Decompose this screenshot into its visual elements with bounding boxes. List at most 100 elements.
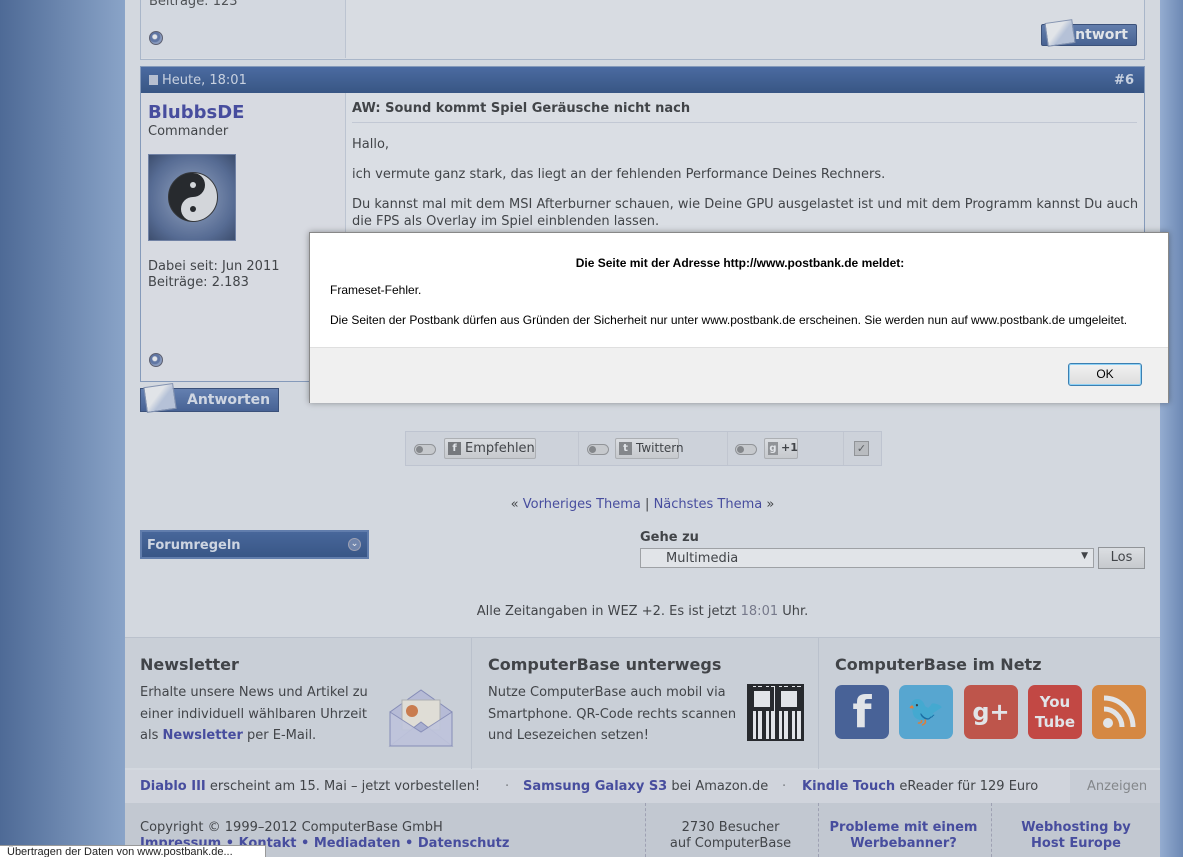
- post-paragraph: Hallo,: [352, 137, 390, 152]
- twitter-bird-icon: t: [619, 442, 632, 455]
- ad-title: Diablo III: [140, 779, 206, 794]
- post-date: Heute, 18:01: [162, 73, 247, 88]
- username[interactable]: BlubbsDE: [148, 102, 244, 123]
- time-info-prefix: Alle Zeitangaben in WEZ +2. Es ist jetzt: [476, 604, 737, 619]
- gplus-toggle[interactable]: [735, 444, 757, 455]
- answer-button[interactable]: Antworten: [140, 383, 279, 413]
- right-background: [1160, 0, 1183, 857]
- goto-label: Gehe zu: [640, 530, 699, 545]
- gplus-label: +1: [781, 441, 798, 454]
- time-info: Alle Zeitangaben in WEZ +2. Es ist jetzt…: [125, 604, 1160, 619]
- rss-icon[interactable]: [1092, 685, 1146, 739]
- user-posts: Beiträge: 2.183: [148, 275, 249, 290]
- newsletter-link[interactable]: Newsletter: [163, 728, 243, 743]
- copyright-text: Copyright © 1999–2012 ComputerBase GmbH: [140, 820, 443, 835]
- left-background: [0, 0, 125, 857]
- facebook-icon[interactable]: f: [835, 685, 889, 739]
- banner-problem-line-2: Werbebanner?: [850, 836, 957, 851]
- separator: |: [645, 497, 650, 512]
- ad-link[interactable]: Kindle Touch eReader für 129 Euro: [802, 779, 1038, 794]
- ad-link[interactable]: Diablo III erscheint am 15. Mai – jetzt …: [140, 779, 480, 794]
- forum-page: Beiträge: 123 Antwort Heute, 18:01 #6 Bl…: [125, 0, 1160, 857]
- gplus-icon: g: [768, 442, 778, 455]
- mobile-section: ComputerBase unterwegs Nutze ComputerBas…: [488, 638, 753, 769]
- footer: Newsletter Erhalte unsere News und Artik…: [125, 637, 1160, 769]
- post-text: Hallo, ich vermute ganz stark, das liegt…: [352, 136, 1142, 230]
- google-plus-icon[interactable]: g+: [964, 685, 1018, 739]
- ad-text: erscheint am 15. Mai – jetzt vorbestelle…: [209, 779, 481, 794]
- previous-thread-link[interactable]: Vorheriges Thema: [523, 497, 641, 512]
- newsletter-title: Newsletter: [140, 655, 239, 674]
- newsletter-text: Erhalte unsere News und Artikel zu einer…: [140, 682, 375, 747]
- post-paragraph: Du kannst mal mit dem MSI Afterburner sc…: [352, 197, 1139, 229]
- mobile-text: Nutze ComputerBase auch mobil via Smartp…: [488, 685, 737, 743]
- next-thread-link[interactable]: Nächstes Thema: [654, 497, 763, 512]
- previous-post-count: Beiträge: 123: [149, 0, 238, 9]
- ad-title: Kindle Touch: [802, 779, 896, 794]
- current-time: 18:01: [740, 604, 779, 619]
- divider: [843, 432, 844, 465]
- twitter-label: Twittern: [636, 441, 684, 455]
- copyright-bar: Copyright © 1999–2012 ComputerBase GmbH …: [125, 803, 1160, 857]
- user-info: Dabei seit: Jun 2011 Beiträge: 2.183: [148, 259, 280, 291]
- forum-jump-selected: Multimedia: [666, 551, 739, 566]
- dialog-message-line-2: Die Seiten der Postbank dürfen aus Gründ…: [330, 313, 1128, 327]
- qr-code-icon: [747, 684, 804, 741]
- goto-button[interactable]: Los: [1098, 547, 1145, 569]
- left-quote: «: [510, 497, 519, 512]
- forum-jump-select[interactable]: Multimedia ▼: [640, 548, 1094, 568]
- mediadata-link[interactable]: Mediadaten: [314, 836, 401, 851]
- twitter-toggle[interactable]: [587, 444, 609, 455]
- banner-problem-line-1: Probleme mit einem: [829, 820, 978, 835]
- post-header: Heute, 18:01 #6: [141, 67, 1144, 93]
- dialog-message-line-1: Frameset-Fehler.: [330, 283, 422, 297]
- youtube-icon[interactable]: You Tube: [1028, 685, 1082, 739]
- visitor-count-line-1: 2730 Besucher: [681, 820, 780, 835]
- alert-dialog: Die Seite mit der Adresse http://www.pos…: [309, 232, 1169, 403]
- pen-icon: [143, 383, 177, 413]
- online-status-icon: [149, 31, 163, 45]
- privacy-link[interactable]: Datenschutz: [418, 836, 510, 851]
- settings-checkbox-icon[interactable]: ✓: [854, 441, 869, 456]
- hosting-line-1: Webhosting by: [1021, 820, 1131, 835]
- previous-post: Beiträge: 123 Antwort: [140, 0, 1145, 60]
- dialog-title: Die Seite mit der Adresse http://www.pos…: [575, 256, 905, 270]
- reply-button[interactable]: Antwort: [1041, 19, 1137, 47]
- browser-status-bar: Übertragen der Daten von www.postbank.de…: [0, 845, 266, 857]
- facebook-recommend-button[interactable]: f Empfehlen: [444, 438, 536, 459]
- right-quote: »: [766, 497, 775, 512]
- post-icon: [149, 75, 158, 85]
- thread-navigation: « Vorheriges Thema | Nächstes Thema »: [125, 497, 1160, 512]
- yin-yang-icon: [168, 172, 218, 222]
- ad-link[interactable]: Samsung Galaxy S3 bei Amazon.de: [523, 779, 768, 794]
- pen-icon: [1044, 19, 1076, 47]
- time-info-suffix: Uhr.: [782, 604, 809, 619]
- ad-separator: ·: [505, 779, 510, 794]
- footer-divider: [818, 638, 819, 769]
- hosting-line-2: Host Europe: [1031, 836, 1121, 851]
- avatar[interactable]: [148, 154, 236, 241]
- facebook-toggle[interactable]: [414, 444, 436, 455]
- twitter-icon[interactable]: 🐦: [899, 685, 953, 739]
- previous-post-user-column: Beiträge: 123: [141, 0, 346, 58]
- ok-button[interactable]: OK: [1068, 363, 1142, 386]
- forum-rules-panel[interactable]: Forumregeln ⌄: [140, 530, 369, 559]
- ads-label: Anzeigen: [1070, 770, 1160, 803]
- ad-separator: ·: [782, 779, 787, 794]
- gplus-button[interactable]: g +1: [764, 438, 798, 459]
- dropdown-arrow-icon: ▼: [1081, 551, 1088, 561]
- visitor-count: 2730 Besucher auf ComputerBase: [645, 803, 815, 857]
- ad-bar: Diablo III erscheint am 15. Mai – jetzt …: [125, 770, 1160, 803]
- hosting-link[interactable]: Webhosting by Host Europe: [991, 803, 1160, 857]
- forum-rules-label: Forumregeln: [147, 538, 241, 553]
- online-status-icon: [149, 353, 163, 367]
- user-rank: Commander: [148, 124, 229, 139]
- post-number[interactable]: #6: [1114, 73, 1134, 88]
- divider: [578, 432, 579, 465]
- dialog-button-area: OK: [310, 347, 1168, 403]
- banner-problem-link[interactable]: Probleme mit einem Werbebanner?: [818, 803, 988, 857]
- expand-icon[interactable]: ⌄: [348, 538, 361, 551]
- facebook-icon: f: [448, 442, 461, 455]
- ad-text: bei Amazon.de: [671, 779, 769, 794]
- twitter-button[interactable]: t Twittern: [615, 438, 684, 459]
